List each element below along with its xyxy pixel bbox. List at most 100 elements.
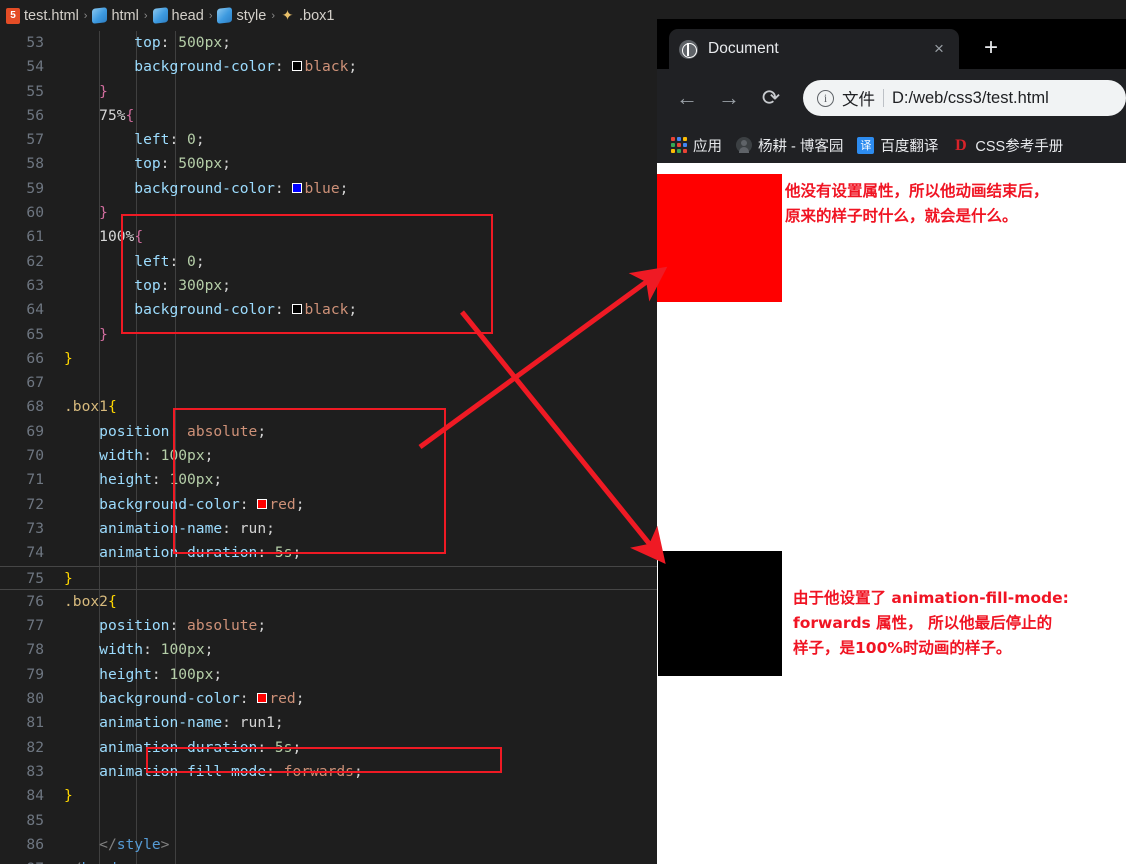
breadcrumb[interactable]: 5 test.html › html › head › style › ✦ .b… <box>0 0 660 31</box>
code-line[interactable]: 71 height: 100px; <box>0 468 660 492</box>
code-line-text: top: 300px; <box>134 276 231 294</box>
code-line[interactable]: 58 top: 500px; <box>0 152 660 176</box>
code-line[interactable]: 84} <box>0 784 660 808</box>
bookmark-css-manual[interactable]: D CSS参考手册 <box>952 135 1071 156</box>
line-number: 68 <box>26 398 44 416</box>
code-line[interactable]: 78 width: 100px; <box>0 638 660 662</box>
code-line[interactable]: 60 } <box>0 201 660 225</box>
code-line-text: animation-name: run1; <box>99 714 284 732</box>
code-line-text: .box2{ <box>64 592 117 610</box>
code-line[interactable]: 67 <box>0 371 660 395</box>
code-line-text: 100%{ <box>99 228 144 246</box>
line-number: 63 <box>26 276 44 294</box>
code-line-text: } <box>64 349 73 367</box>
code-content[interactable]: 53 top: 500px; 54 background-color: black… <box>0 31 660 864</box>
code-line[interactable]: 57 left: 0; <box>0 128 660 152</box>
code-line-text: height: 100px; <box>99 471 223 489</box>
breadcrumb-label: style <box>236 7 267 24</box>
code-line-text: position: absolute; <box>99 422 267 440</box>
code-line-text: background-color: black; <box>134 58 358 76</box>
line-number: 59 <box>26 179 44 197</box>
forward-button[interactable]: → <box>713 82 745 114</box>
code-line-text: 75%{ <box>99 106 135 124</box>
code-line[interactable]: 55 } <box>0 80 660 104</box>
breadcrumb-item-html[interactable]: html <box>92 7 139 24</box>
info-icon[interactable]: i <box>817 89 834 107</box>
breadcrumb-label: head <box>171 7 204 24</box>
globe-icon <box>679 39 698 59</box>
new-tab-button[interactable]: + <box>977 35 1005 63</box>
code-line[interactable]: 65 } <box>0 323 660 347</box>
code-line[interactable]: 59 background-color: blue; <box>0 177 660 201</box>
line-number: 54 <box>26 58 44 76</box>
code-line[interactable]: 72 background-color: red; <box>0 493 660 517</box>
browser-toolbar: ← → ⟳ i 文件 D:/web/css3/test.html <box>657 69 1126 127</box>
line-number: 64 <box>26 301 44 319</box>
code-line-text: left: 0; <box>134 252 205 270</box>
back-button[interactable]: ← <box>671 82 703 114</box>
code-line-text: background-color: blue; <box>134 179 349 197</box>
code-line[interactable]: 68 .box1{ <box>0 395 660 419</box>
browser-window: Document × + ← → ⟳ i 文件 D:/web/css3/test… <box>657 19 1126 864</box>
code-line[interactable]: 61 100%{ <box>0 225 660 249</box>
code-line[interactable]: 64 background-color: black; <box>0 298 660 322</box>
code-line[interactable]: 53 top: 500px; <box>0 31 660 55</box>
code-line[interactable]: 83 animation-fill-mode: forwards; <box>0 760 660 784</box>
code-line[interactable]: 86 </style> <box>0 833 660 857</box>
breadcrumb-item-head[interactable]: head <box>152 7 204 24</box>
code-line[interactable]: 80 background-color: red; <box>0 687 660 711</box>
bookmark-label: CSS参考手册 <box>975 138 1064 155</box>
code-line[interactable]: 66} <box>0 347 660 371</box>
code-line[interactable]: 73 animation-name: run; <box>0 517 660 541</box>
line-number: 66 <box>26 349 44 367</box>
code-line[interactable]: 76 .box2{ <box>0 590 660 614</box>
breadcrumb-item-box1[interactable]: ✦ .box1 <box>280 7 335 24</box>
bookmark-apps[interactable]: 应用 <box>671 135 730 156</box>
omnibox-divider <box>883 89 884 107</box>
code-line[interactable]: 63 top: 300px; <box>0 274 660 298</box>
code-line[interactable]: 81 animation-name: run1; <box>0 711 660 735</box>
code-line[interactable]: 74 animation-duration: 5s; <box>0 541 660 565</box>
code-line[interactable]: 62 left: 0; <box>0 250 660 274</box>
code-line-text: } <box>64 569 73 587</box>
code-line[interactable]: 85 <box>0 809 660 833</box>
line-number: 82 <box>26 738 44 756</box>
bookmark-label: 应用 <box>693 138 722 155</box>
apps-grid-icon <box>671 137 687 153</box>
note-box1: 他没有设置属性，所以他动画结束后， 原来的样子时什么，就会是什么。 <box>785 182 1049 225</box>
code-line[interactable]: 54 background-color: black; <box>0 55 660 79</box>
code-line-text: } <box>99 82 108 100</box>
tab-document[interactable]: Document × <box>669 29 959 69</box>
line-number: 85 <box>26 811 44 829</box>
code-line-text: background-color: red; <box>99 690 305 708</box>
code-line-text: </head> <box>64 857 126 864</box>
code-line[interactable]: 87 </head> <box>0 857 660 864</box>
address-bar[interactable]: i 文件 D:/web/css3/test.html <box>803 80 1126 116</box>
code-line[interactable]: 82 animation-duration: 5s; <box>0 736 660 760</box>
code-line[interactable]: 75} <box>0 565 660 590</box>
line-number: 53 <box>26 34 44 51</box>
reload-button[interactable]: ⟳ <box>755 82 787 114</box>
bookmark-translate[interactable]: 译 百度翻译 <box>857 135 946 156</box>
breadcrumb-item-file[interactable]: 5 test.html <box>6 7 79 24</box>
translate-icon: 译 <box>857 136 875 154</box>
code-line[interactable]: 56 75%{ <box>0 104 660 128</box>
person-icon <box>736 137 752 153</box>
tab-title: Document <box>708 40 779 57</box>
breadcrumb-separator: › <box>208 9 213 22</box>
code-line[interactable]: 69 position: absolute; <box>0 420 660 444</box>
close-icon[interactable]: × <box>929 39 949 59</box>
breadcrumb-item-style[interactable]: style <box>217 7 267 24</box>
code-editor: 5 test.html › html › head › style › ✦ .b… <box>0 0 660 864</box>
code-line[interactable]: 70 width: 100px; <box>0 444 660 468</box>
line-number: 60 <box>26 204 44 222</box>
screenshot-root: 5 test.html › html › head › style › ✦ .b… <box>0 0 1126 864</box>
bookmark-blog[interactable]: 杨耕 - 博客园 <box>736 135 851 156</box>
line-number: 75 <box>26 569 44 587</box>
code-line[interactable]: 79 height: 100px; <box>0 663 660 687</box>
code-line-text: background-color: red; <box>99 495 305 513</box>
code-line[interactable]: 77 position: absolute; <box>0 614 660 638</box>
star-icon: ✦ <box>281 7 294 23</box>
line-number: 71 <box>26 471 44 489</box>
line-number: 57 <box>26 131 44 149</box>
